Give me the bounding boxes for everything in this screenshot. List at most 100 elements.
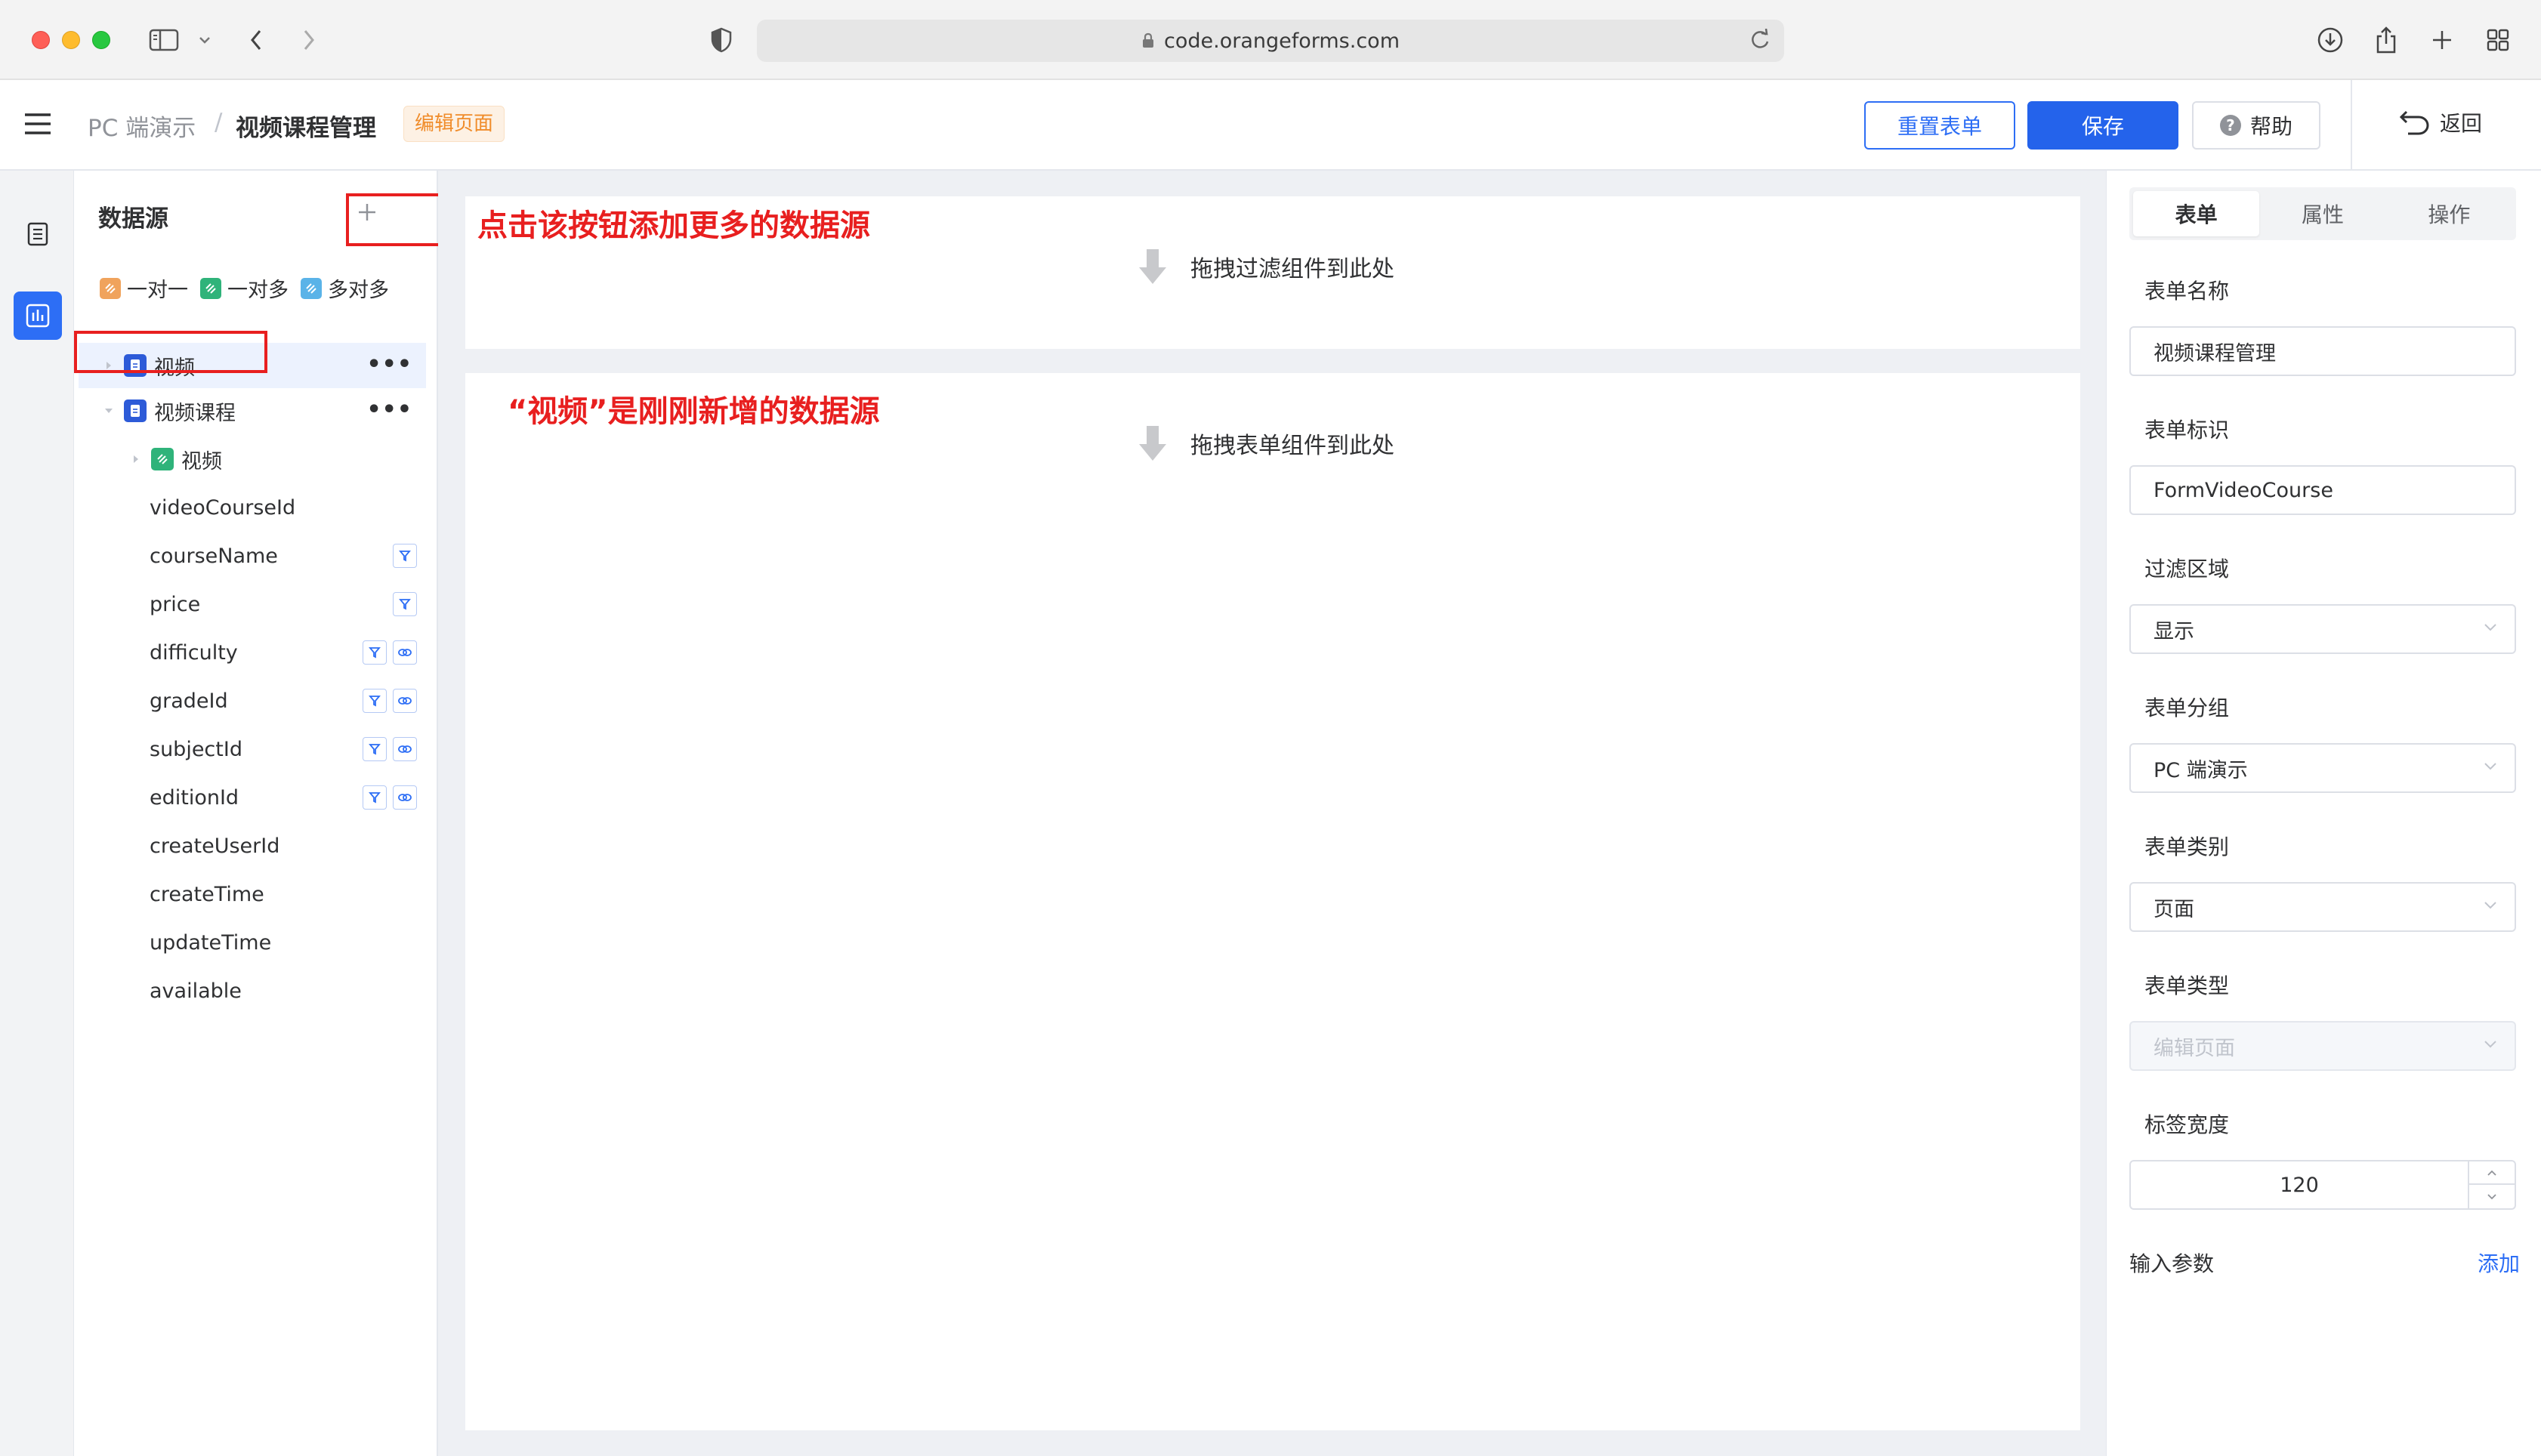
- field-row[interactable]: editionId: [150, 775, 421, 820]
- decrement-icon[interactable]: [2469, 1185, 2515, 1208]
- dict-link-icon: [393, 640, 417, 665]
- help-label: 帮助: [2249, 114, 2292, 139]
- input-value: FormVideoCourse: [2154, 478, 2333, 502]
- help-button[interactable]: ? 帮助: [2192, 101, 2320, 150]
- filter-icon: [363, 689, 387, 713]
- form-group-select[interactable]: PC 端演示: [2129, 743, 2516, 793]
- field-row[interactable]: createUserId: [150, 823, 421, 868]
- add-input-param-link[interactable]: 添加: [2478, 1248, 2520, 1278]
- chevron-down-icon[interactable]: [187, 23, 222, 57]
- field-name: createTime: [150, 882, 264, 906]
- filter-icon: [363, 737, 387, 761]
- select-value: 显示: [2154, 619, 2194, 643]
- relation-legend: 一对一 一对多 多对多: [100, 273, 401, 303]
- field-row[interactable]: gradeId: [150, 678, 421, 723]
- field-row[interactable]: videoCourseId: [150, 485, 421, 530]
- forward-arrow-icon[interactable]: [292, 23, 326, 57]
- field-row[interactable]: createTime: [150, 871, 421, 917]
- dict-link-icon: [393, 785, 417, 810]
- field-name: editionId: [150, 785, 239, 810]
- datasource-panel: 数据源 一对一 一对多 多对多 视频 ••• 视频课程 ••• 视频 video…: [74, 171, 452, 1456]
- arrow-down-icon: [1139, 249, 1166, 284]
- tree-node-label: 视频课程: [154, 401, 236, 425]
- input-params-label: 输入参数: [2129, 1251, 2215, 1276]
- form-drop-zone[interactable]: 拖拽表单组件到此处: [465, 373, 2080, 1430]
- back-arrow-icon[interactable]: [239, 23, 273, 57]
- drop-hint-text: 拖拽过滤组件到此处: [1190, 256, 1394, 282]
- menu-icon[interactable]: [23, 112, 53, 136]
- field-row[interactable]: updateTime: [150, 920, 421, 965]
- annotation-new-datasource: “视频”是刚刚新增的数据源: [508, 394, 880, 429]
- field-row[interactable]: courseName: [150, 533, 421, 578]
- caret-down-icon[interactable]: [101, 407, 116, 415]
- tab-overview-icon[interactable]: [2481, 23, 2515, 57]
- undo-icon: [2399, 110, 2429, 135]
- share-icon[interactable]: [2369, 23, 2404, 57]
- form-id-input[interactable]: FormVideoCourse: [2129, 465, 2516, 515]
- annotation-box-add: [346, 193, 452, 246]
- form-id-label: 表单标识: [2144, 418, 2230, 443]
- sidebar-toggle-icon[interactable]: [147, 23, 181, 57]
- form-category-label: 表单类别: [2144, 834, 2230, 859]
- legend-many-to-many: 多对多: [301, 273, 389, 303]
- tab-operations[interactable]: 操作: [2386, 191, 2512, 236]
- datasource-chart-icon[interactable]: [14, 292, 62, 340]
- form-list-icon[interactable]: [14, 210, 62, 258]
- tab-form[interactable]: 表单: [2133, 191, 2260, 236]
- number-stepper: [2468, 1161, 2515, 1208]
- more-icon[interactable]: •••: [366, 399, 412, 421]
- form-name-input[interactable]: 视频课程管理: [2129, 326, 2516, 376]
- field-row[interactable]: price: [150, 581, 421, 627]
- table-icon: [124, 399, 147, 422]
- reload-icon[interactable]: [1749, 29, 1771, 51]
- filter-area-select[interactable]: 显示: [2129, 604, 2516, 654]
- filter-drop-hint: 拖拽过滤组件到此处: [1138, 248, 1394, 285]
- form-type-label: 表单类型: [2144, 973, 2230, 998]
- input-value: 视频课程管理: [2154, 341, 2276, 366]
- field-name: updateTime: [150, 930, 272, 955]
- shield-icon[interactable]: [704, 23, 739, 57]
- input-value: 120: [2280, 1173, 2319, 1197]
- save-button[interactable]: 保存: [2027, 101, 2178, 150]
- field-name: subjectId: [150, 737, 242, 761]
- form-canvas: 拖拽过滤组件到此处 点击该按钮添加更多的数据源 拖拽表单组件到此处 “视频”是刚…: [438, 171, 2106, 1456]
- back-button[interactable]: 返回: [2399, 107, 2482, 137]
- browser-toolbar: code.orangeforms.com: [0, 0, 2541, 80]
- form-drop-hint: 拖拽表单组件到此处: [1138, 424, 1394, 462]
- address-bar[interactable]: code.orangeforms.com: [757, 20, 1784, 62]
- caret-right-icon[interactable]: [128, 454, 144, 464]
- legend-one-to-many: 一对多: [200, 273, 289, 303]
- new-tab-icon[interactable]: [2425, 23, 2459, 57]
- close-window-button[interactable]: [32, 31, 50, 49]
- many-to-many-icon: [301, 277, 322, 299]
- field-row[interactable]: subjectId: [150, 726, 421, 772]
- select-value: PC 端演示: [2154, 758, 2248, 782]
- field-row[interactable]: difficulty: [150, 630, 421, 675]
- reset-form-button[interactable]: 重置表单: [1864, 101, 2015, 150]
- field-name: difficulty: [150, 640, 238, 665]
- legend-one-to-one: 一对一: [100, 273, 188, 303]
- lock-icon: [1143, 32, 1153, 48]
- breadcrumb-current: 视频课程管理: [236, 115, 376, 142]
- label-width-input[interactable]: 120: [2129, 1160, 2516, 1210]
- dict-link-icon: [393, 689, 417, 713]
- filter-icon: [393, 544, 417, 568]
- more-icon[interactable]: •••: [366, 353, 412, 376]
- legend-label: 多对多: [328, 279, 389, 302]
- tree-node-video-relation[interactable]: 视频: [79, 436, 426, 482]
- form-category-select[interactable]: 页面: [2129, 882, 2516, 932]
- increment-icon[interactable]: [2469, 1161, 2515, 1185]
- dict-link-icon: [393, 737, 417, 761]
- minimize-window-button[interactable]: [62, 31, 80, 49]
- props-tabs: 表单 属性 操作: [2129, 187, 2516, 240]
- breadcrumb-parent[interactable]: PC 端演示: [88, 109, 196, 143]
- download-icon[interactable]: [2313, 23, 2348, 57]
- field-name: courseName: [150, 544, 278, 568]
- tree-node-video-course[interactable]: 视频课程 •••: [79, 388, 426, 433]
- datasource-title: 数据源: [98, 205, 168, 233]
- chevron-down-icon: [2483, 1039, 2498, 1050]
- tab-attributes[interactable]: 属性: [2259, 191, 2385, 236]
- select-value: 编辑页面: [2154, 1036, 2235, 1060]
- zoom-window-button[interactable]: [92, 31, 110, 49]
- field-row[interactable]: available: [150, 968, 421, 1013]
